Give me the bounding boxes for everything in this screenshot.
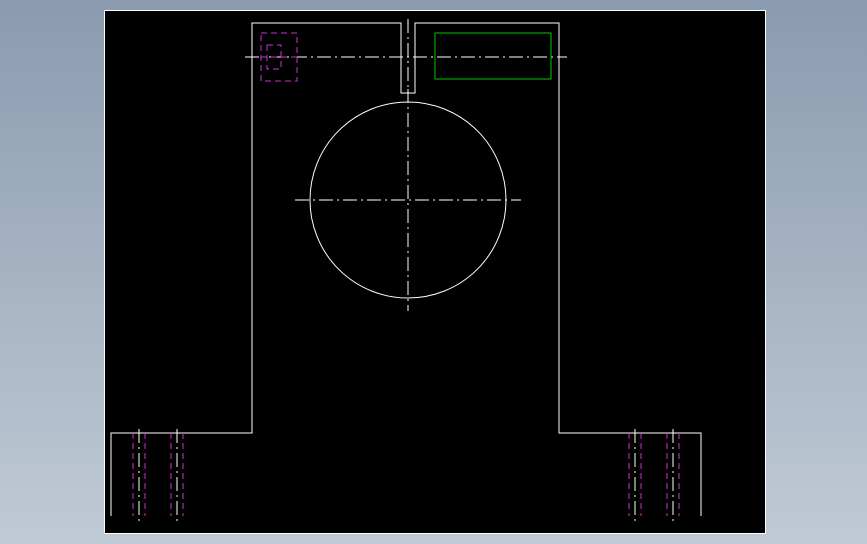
right-foot-holes [629,429,679,521]
left-foot-holes [133,429,183,521]
part-outline [111,23,701,516]
drawing-canvas[interactable] [105,11,765,533]
highlight-rect [435,33,551,79]
cad-viewport[interactable] [104,10,766,534]
